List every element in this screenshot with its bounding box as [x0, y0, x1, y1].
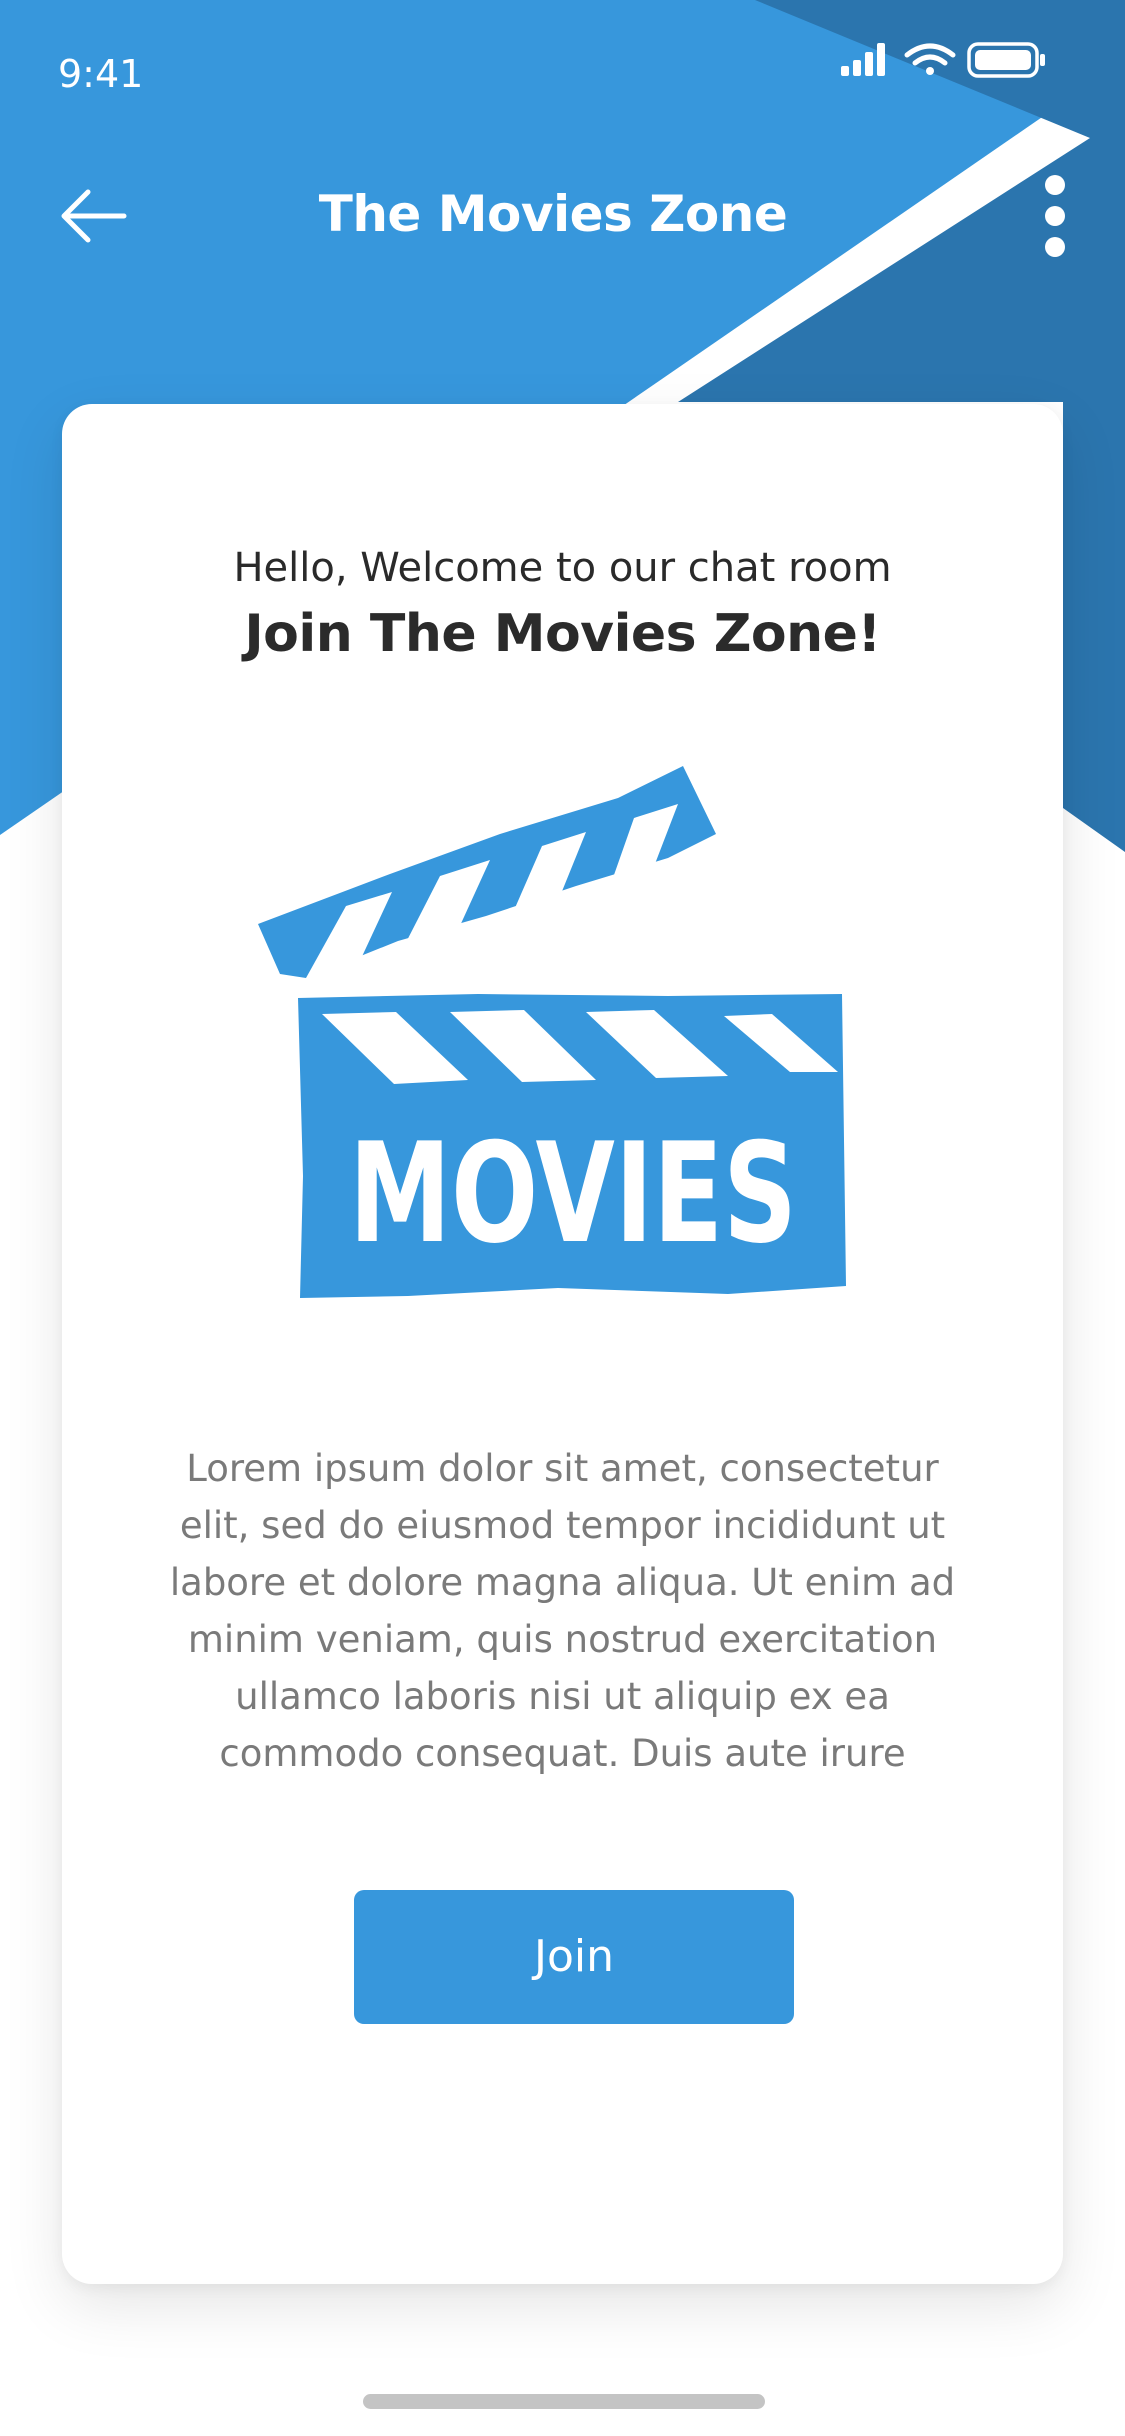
wifi-icon — [904, 43, 956, 75]
more-options-button[interactable] — [1015, 166, 1095, 266]
home-indicator — [363, 2394, 765, 2409]
join-heading: Join The Movies Zone! — [244, 604, 881, 664]
join-button[interactable]: Join — [354, 1890, 794, 2024]
signal-icon — [841, 43, 885, 76]
page-title: The Movies Zone — [318, 185, 788, 243]
more-vertical-icon — [1045, 175, 1065, 257]
greeting-text: Hello, Welcome to our chat room — [233, 545, 892, 591]
app-bar: The Movies Zone — [0, 160, 1125, 270]
clapperboard-icon: MOVIES — [258, 766, 846, 1298]
welcome-card: Hello, Welcome to our chat room Join The… — [62, 404, 1063, 2284]
battery-icon — [967, 42, 1045, 78]
status-bar: 9:41 — [0, 0, 1125, 140]
status-time: 9:41 — [58, 52, 144, 96]
status-icons — [841, 40, 1061, 80]
illustration-text: MOVIES — [349, 1113, 797, 1274]
description-text: Lorem ipsum dolor sit amet, consectetur … — [169, 1447, 956, 1775]
